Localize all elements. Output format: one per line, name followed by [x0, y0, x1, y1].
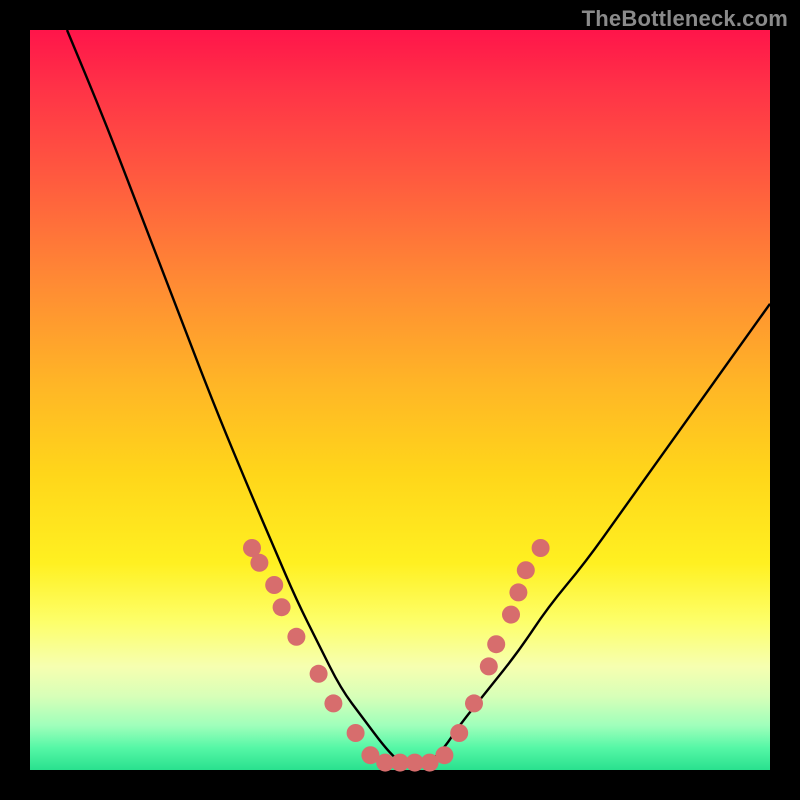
curve-markers: [243, 539, 550, 772]
curve-marker: [502, 606, 520, 624]
curve-marker: [450, 724, 468, 742]
curve-marker: [347, 724, 365, 742]
curve-marker: [435, 746, 453, 764]
curve-marker: [310, 665, 328, 683]
plot-area: [30, 30, 770, 770]
curve-marker: [265, 576, 283, 594]
curve-marker: [250, 554, 268, 572]
curve-marker: [480, 657, 498, 675]
curve-marker: [532, 539, 550, 557]
curve-marker: [287, 628, 305, 646]
curve-marker: [273, 598, 291, 616]
chart-frame: TheBottleneck.com: [0, 0, 800, 800]
curve-layer: [30, 30, 770, 770]
bottleneck-curve: [67, 30, 770, 763]
curve-marker: [517, 561, 535, 579]
curve-marker: [487, 635, 505, 653]
watermark-text: TheBottleneck.com: [582, 6, 788, 32]
curve-marker: [324, 694, 342, 712]
curve-marker: [465, 694, 483, 712]
curve-marker: [509, 583, 527, 601]
